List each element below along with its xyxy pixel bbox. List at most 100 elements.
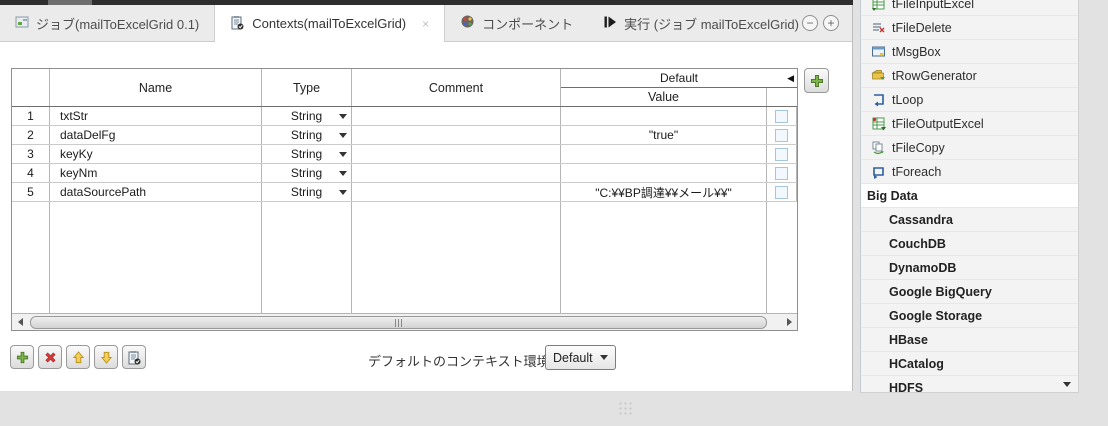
- header-prompt: [767, 88, 797, 106]
- type-cell[interactable]: String: [262, 145, 352, 163]
- comment-cell[interactable]: [352, 183, 561, 201]
- type-dropdown-icon[interactable]: [339, 190, 347, 195]
- filler-cell: [767, 202, 797, 313]
- header-default[interactable]: Default ◀: [561, 69, 797, 88]
- palette-subsection-dynamodb[interactable]: DynamoDB: [861, 256, 1078, 280]
- minimize-view-button[interactable]: −: [802, 15, 818, 31]
- type-dropdown-icon[interactable]: [339, 152, 347, 157]
- prompt-checkbox[interactable]: [775, 109, 788, 123]
- remove-variable-button[interactable]: [38, 345, 62, 369]
- comment-cell[interactable]: [352, 164, 561, 182]
- palette-subsection-cassandra[interactable]: Cassandra: [861, 208, 1078, 232]
- palette-subsection-label: CouchDB: [889, 236, 946, 251]
- move-up-button[interactable]: [66, 345, 90, 369]
- tab-contexts-label: Contexts(mailToExcelGrid): [252, 16, 407, 31]
- palette-item-tFileInputExcel[interactable]: tFileInputExcel: [861, 0, 1078, 16]
- table-row: 5 dataSourcePath String "C:¥¥BP調達¥¥メール¥¥…: [12, 183, 797, 202]
- tab-close-icon[interactable]: ×: [422, 18, 429, 30]
- tab-components[interactable]: コンポーネント: [445, 5, 588, 41]
- palette-icon: [460, 14, 475, 32]
- add-context-group-button[interactable]: [804, 68, 829, 93]
- header-name[interactable]: Name: [50, 69, 262, 106]
- name-cell[interactable]: keyNm: [50, 164, 262, 182]
- palette-item-tMsgBox[interactable]: tMsgBox: [861, 40, 1078, 64]
- add-variable-button[interactable]: [10, 345, 34, 369]
- palette-item-tLoop[interactable]: tLoop: [861, 88, 1078, 112]
- value-cell[interactable]: "C:¥¥BP調達¥¥メール¥¥": [561, 183, 767, 201]
- value-cell[interactable]: [561, 145, 767, 163]
- horizontal-scrollbar[interactable]: [12, 313, 797, 330]
- palette-subsection-google-storage[interactable]: Google Storage: [861, 304, 1078, 328]
- name-cell[interactable]: dataSourcePath: [50, 183, 262, 201]
- manage-contexts-button[interactable]: [122, 345, 146, 369]
- prompt-cell: [767, 107, 797, 125]
- move-down-button[interactable]: [94, 345, 118, 369]
- context-env-dropdown[interactable]: Default: [545, 345, 616, 370]
- name-cell[interactable]: dataDelFg: [50, 126, 262, 144]
- type-cell[interactable]: String: [262, 107, 352, 125]
- collapse-default-column-icon[interactable]: ◀: [787, 73, 794, 84]
- palette-item-tFileDelete[interactable]: tFileDelete: [861, 16, 1078, 40]
- palette-section-label: Big Data: [867, 188, 918, 203]
- palette-subsection-hdfs[interactable]: HDFS: [861, 376, 1078, 392]
- type-cell[interactable]: String: [262, 126, 352, 144]
- palette-item-label: tLoop: [892, 92, 924, 107]
- palette-subsection-hcatalog[interactable]: HCatalog: [861, 352, 1078, 376]
- prompt-cell: [767, 145, 797, 163]
- type-dropdown-icon[interactable]: [339, 171, 347, 176]
- prompt-checkbox[interactable]: [775, 147, 788, 161]
- type-dropdown-icon[interactable]: [339, 114, 347, 119]
- header-rownum: [12, 69, 50, 106]
- prompt-checkbox[interactable]: [775, 166, 788, 180]
- name-cell[interactable]: keyKy: [50, 145, 262, 163]
- tab-job[interactable]: ジョブ(mailToExcelGrid 0.1): [0, 5, 214, 41]
- header-value[interactable]: Value: [561, 88, 767, 106]
- row-number[interactable]: 3: [12, 145, 50, 163]
- scroll-right-icon[interactable]: [781, 314, 797, 331]
- palette-subsection-google-bigquery[interactable]: Google BigQuery: [861, 280, 1078, 304]
- row-number[interactable]: 4: [12, 164, 50, 182]
- component-palette: tFileInputExcel tFileDelete tMsgBox tRow…: [860, 0, 1079, 393]
- comment-cell[interactable]: [352, 126, 561, 144]
- row-number[interactable]: 1: [12, 107, 50, 125]
- scroll-left-icon[interactable]: [12, 314, 28, 331]
- comment-cell[interactable]: [352, 145, 561, 163]
- contexts-icon: [128, 350, 140, 364]
- palette-section-big-data[interactable]: Big Data: [861, 184, 1078, 208]
- palette-subsection-couchdb[interactable]: CouchDB: [861, 232, 1078, 256]
- editor-tab-bar: ジョブ(mailToExcelGrid 0.1) Contexts(mailTo…: [0, 5, 852, 42]
- prompt-checkbox[interactable]: [775, 128, 788, 142]
- value-cell[interactable]: [561, 107, 767, 125]
- prompt-checkbox[interactable]: [775, 185, 788, 199]
- maximize-view-button[interactable]: +: [823, 15, 839, 31]
- comment-cell[interactable]: [352, 107, 561, 125]
- name-cell[interactable]: txtStr: [50, 107, 262, 125]
- tab-run[interactable]: 実行 (ジョブ mailToExcelGrid): [588, 5, 814, 41]
- header-comment[interactable]: Comment: [352, 69, 561, 106]
- type-dropdown-icon[interactable]: [339, 133, 347, 138]
- tForeach-icon: [870, 164, 886, 180]
- palette-item-tFileOutputExcel[interactable]: tFileOutputExcel: [861, 112, 1078, 136]
- palette-subsection-label: Cassandra: [889, 212, 953, 227]
- palette-subsection-hbase[interactable]: HBase: [861, 328, 1078, 352]
- row-number[interactable]: 2: [12, 126, 50, 144]
- type-cell[interactable]: String: [262, 183, 352, 201]
- tab-run-label: 実行 (ジョブ mailToExcelGrid): [624, 16, 799, 32]
- row-number[interactable]: 5: [12, 183, 50, 201]
- palette-item-label: tFileDelete: [892, 20, 952, 35]
- palette-scroll-down-icon[interactable]: [1063, 382, 1071, 387]
- palette-item-tRowGenerator[interactable]: tRowGenerator: [861, 64, 1078, 88]
- value-cell[interactable]: "true": [561, 126, 767, 144]
- header-type[interactable]: Type: [262, 69, 352, 106]
- tab-contexts[interactable]: Contexts(mailToExcelGrid) ×: [214, 5, 446, 42]
- plus-icon: [16, 351, 28, 363]
- type-cell[interactable]: String: [262, 164, 352, 182]
- scrollbar-thumb[interactable]: [30, 316, 767, 329]
- palette-item-tForeach[interactable]: tForeach: [861, 160, 1078, 184]
- header-default-subrow: Value: [561, 88, 797, 106]
- splitter-drag-handle[interactable]: [618, 401, 632, 417]
- prompt-cell: [767, 183, 797, 201]
- contexts-icon: [230, 15, 245, 33]
- palette-item-tFileCopy[interactable]: tFileCopy: [861, 136, 1078, 160]
- value-cell[interactable]: [561, 164, 767, 182]
